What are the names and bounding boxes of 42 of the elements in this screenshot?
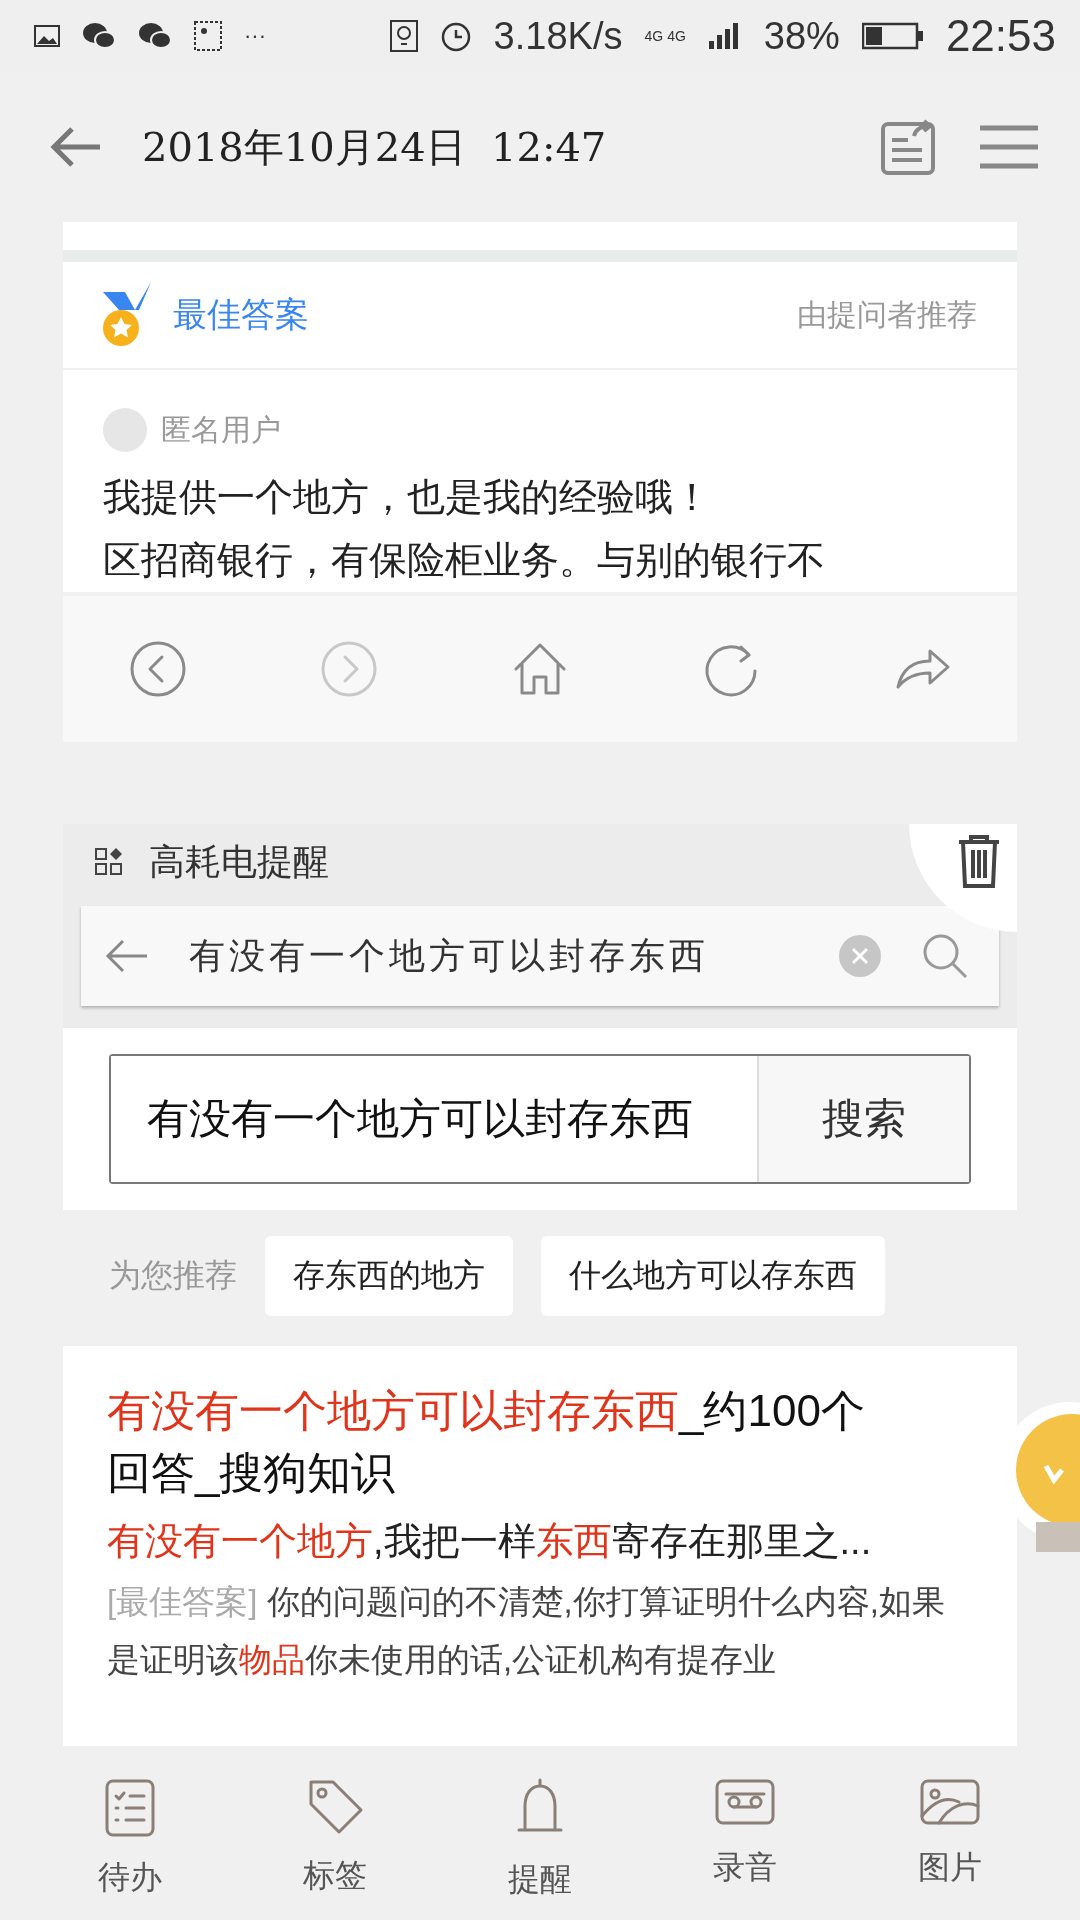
image-icon	[34, 25, 60, 47]
note-date-title: 2018年10月24日 12:47	[142, 122, 608, 172]
toolbar-button[interactable]: 图片	[884, 1758, 1015, 1920]
search-query: 有没有一个地方可以封存东西	[189, 933, 710, 978]
toolbar-button[interactable]: 提醒	[475, 1758, 605, 1920]
search-button[interactable]: 搜索	[757, 1056, 969, 1182]
screenshot-icon	[194, 21, 222, 51]
trash-icon	[957, 834, 1001, 890]
answer-text: 我提供一个地方，也是我的经验哦！	[102, 475, 712, 520]
back-arrow-icon[interactable]	[105, 938, 149, 974]
search-icon[interactable]	[921, 932, 969, 980]
search-field[interactable]: 有没有一个地方可以封存东西 搜索	[109, 1054, 971, 1184]
suggestion-chip[interactable]: 什么地方可以存东西	[541, 1236, 885, 1316]
clear-icon[interactable]	[839, 935, 881, 977]
clock-time: 22:53	[945, 11, 1056, 61]
recommend-label: 为您推荐	[109, 1256, 237, 1295]
toolbar-button[interactable]: 标签	[270, 1758, 401, 1920]
result-snippet: 有没有一个地方,我把一样东西寄存在那里之...	[107, 1519, 873, 1564]
recommended-note: 由提问者推荐	[797, 296, 977, 333]
battery-percent: 38%	[763, 14, 840, 58]
back-arrow-icon[interactable]	[48, 125, 102, 169]
export-note-icon[interactable]	[880, 118, 938, 176]
notice-title: 高耗电提醒	[149, 839, 329, 884]
user-avatar	[103, 408, 147, 452]
battery-icon	[861, 21, 924, 51]
toolbar-button[interactable]: 待办	[65, 1758, 196, 1920]
answer-text: 区招商银行，有保险柜业务。与别的银行不	[102, 538, 826, 583]
toolbar-button[interactable]: 录音	[679, 1758, 810, 1920]
result-answer: [最佳答案] 你的问题问的不清楚,你打算证明什么内容,如果是证明该物品你未使用的话,公证机构有提存业	[107, 1582, 946, 1680]
network-type: 4G	[667, 28, 686, 44]
alarm-clock-icon	[439, 20, 472, 52]
network-speed: 3.18K/s	[493, 14, 623, 58]
more-notifications: ···	[244, 23, 266, 49]
apps-icon	[95, 848, 123, 876]
result-title[interactable]: 有没有一个地方可以封存东西_约100个回答_搜狗知识	[107, 1380, 907, 1504]
suggestion-chip[interactable]: 存东西的地方	[265, 1236, 513, 1316]
best-answer-label: 最佳答案	[173, 294, 310, 335]
lightbulb-icon	[389, 20, 418, 52]
network-type: 4G	[644, 28, 664, 44]
user-name: 匿名用户	[161, 411, 281, 448]
menu-icon[interactable]	[978, 124, 1040, 170]
search-bar[interactable]: 有没有一个地方可以封存东西	[81, 906, 999, 1006]
